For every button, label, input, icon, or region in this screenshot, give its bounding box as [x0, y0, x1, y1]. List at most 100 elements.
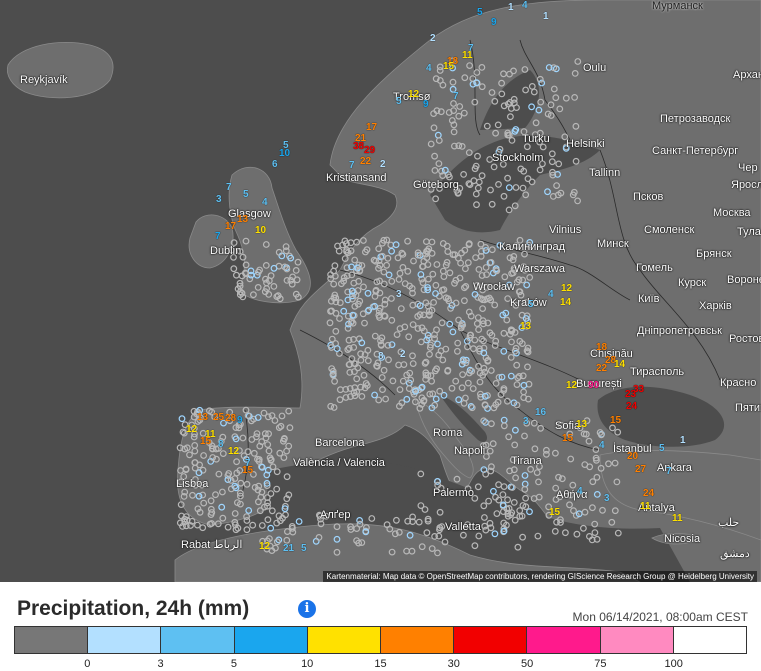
station-value[interactable]: 12 — [228, 447, 239, 457]
station-value[interactable]: 17 — [225, 222, 236, 232]
station-value[interactable]: 3 — [396, 290, 402, 300]
station-value[interactable]: 12 — [561, 284, 572, 294]
zero-station-ring — [186, 451, 193, 459]
station-value[interactable]: 15 — [443, 62, 454, 72]
station-value[interactable]: 16 — [535, 408, 546, 418]
station-value[interactable]: 22 — [596, 364, 607, 374]
station-value[interactable]: 2 — [430, 34, 436, 44]
station-value[interactable]: 24 — [626, 402, 637, 412]
zero-station-ring — [537, 424, 544, 432]
station-value[interactable]: 2 — [400, 350, 406, 360]
station-value[interactable]: 25 — [213, 413, 224, 423]
station-value[interactable]: 7 — [453, 92, 459, 102]
station-value[interactable]: 12 — [259, 542, 270, 552]
station-value[interactable]: 21 — [283, 544, 294, 554]
zero-station-ring — [535, 478, 542, 486]
station-value[interactable]: 5 — [528, 300, 534, 310]
station-value[interactable]: 9 — [491, 18, 497, 28]
station-value[interactable]: 12 — [186, 425, 197, 435]
station-value[interactable]: 90 — [588, 381, 599, 391]
station-value[interactable]: 13 — [520, 322, 531, 332]
station-value[interactable]: 5 — [477, 8, 483, 18]
station-value[interactable]: 9 — [423, 100, 429, 110]
station-value[interactable]: 1 — [508, 3, 514, 13]
zero-station-ring — [242, 237, 250, 245]
station-value[interactable]: 22 — [360, 157, 371, 167]
station-value[interactable]: 24 — [643, 489, 654, 499]
station-value[interactable]: 15 — [562, 434, 573, 444]
station-value[interactable]: 10 — [279, 149, 290, 159]
station-value[interactable]: 11 — [462, 51, 473, 61]
zero-station-ring — [336, 396, 344, 404]
station-value[interactable]: 8 — [378, 352, 384, 362]
city-label: Красно — [720, 377, 757, 389]
station-value[interactable]: 5 — [396, 97, 402, 107]
station-value[interactable]: 1 — [543, 12, 549, 22]
station-value[interactable]: 4 — [262, 198, 268, 208]
station-value[interactable]: 3 — [523, 417, 529, 427]
station-value[interactable]: 15 — [200, 437, 211, 447]
station-value[interactable]: 4 — [426, 64, 432, 74]
station-value[interactable]: 13 — [237, 215, 248, 225]
zero-station-ring — [474, 184, 482, 192]
station-value[interactable]: 15 — [549, 508, 560, 518]
station-value[interactable]: 14 — [560, 298, 571, 308]
zero-station-ring — [511, 441, 519, 449]
info-icon[interactable]: i — [298, 600, 316, 618]
station-value[interactable]: 20 — [627, 452, 638, 462]
station-value[interactable]: 14 — [614, 360, 625, 370]
station-value[interactable]: 27 — [635, 465, 646, 475]
zero-station-ring — [475, 362, 482, 370]
station-value[interactable]: 5 — [659, 444, 665, 454]
station-value[interactable]: 8 — [218, 440, 224, 450]
zero-station-ring — [513, 381, 521, 389]
station-value[interactable]: 4 — [577, 487, 583, 497]
station-value[interactable]: 6 — [272, 160, 278, 170]
station-value[interactable]: 12 — [408, 90, 419, 100]
station-value[interactable]: 10 — [255, 226, 266, 236]
station-value[interactable]: 1 — [680, 436, 686, 446]
station-value[interactable]: 5 — [243, 190, 249, 200]
station-value[interactable]: 5 — [301, 544, 307, 554]
station-value[interactable]: 4 — [522, 1, 528, 11]
station-value[interactable]: 15 — [610, 416, 621, 426]
zero-station-ring — [331, 377, 339, 385]
station-value[interactable]: 7 — [349, 161, 355, 171]
station-value[interactable]: 7 — [666, 467, 672, 477]
station-value[interactable]: 7 — [215, 232, 221, 242]
station-value[interactable]: 3 — [604, 494, 610, 504]
station-value[interactable]: 2 — [380, 160, 386, 170]
zero-station-ring — [571, 93, 578, 101]
station-value[interactable]: 13 — [197, 413, 208, 423]
zero-station-ring — [492, 380, 500, 387]
zero-station-ring — [286, 424, 294, 432]
station-value[interactable]: 18 — [596, 343, 607, 353]
station-value[interactable]: 15 — [242, 466, 253, 476]
station-value[interactable]: 38 — [353, 142, 364, 152]
zero-station-ring — [507, 372, 515, 380]
zero-station-ring — [436, 387, 444, 395]
station-value[interactable]: 7 — [226, 183, 232, 193]
station-value[interactable]: 3 — [216, 195, 222, 205]
station-value[interactable]: 13 — [576, 420, 587, 430]
station-value[interactable]: 11 — [672, 514, 683, 524]
zero-station-ring — [425, 275, 432, 283]
zero-station-ring — [548, 150, 556, 158]
city-label: حلب — [718, 517, 740, 529]
zero-station-ring — [273, 485, 281, 493]
station-value[interactable]: 9 — [237, 416, 243, 426]
zero-station-ring — [613, 478, 621, 486]
zero-station-ring — [548, 158, 556, 166]
zero-station-ring — [360, 283, 367, 291]
station-value[interactable]: 4 — [599, 441, 605, 451]
zero-station-ring — [573, 530, 581, 538]
station-value[interactable]: 29 — [364, 146, 375, 156]
station-value[interactable]: 4 — [548, 290, 554, 300]
station-value[interactable]: 28 — [225, 414, 236, 424]
precipitation-map[interactable]: Reykjavík Мурманск Oulu Архан Петрозаводск Tr… — [0, 0, 761, 582]
station-value[interactable]: 11 — [640, 502, 651, 512]
station-value[interactable]: 17 — [366, 123, 377, 133]
station-value[interactable]: 12 — [566, 381, 577, 391]
station-value[interactable]: 33 — [633, 385, 644, 395]
zero-station-ring — [399, 377, 407, 385]
